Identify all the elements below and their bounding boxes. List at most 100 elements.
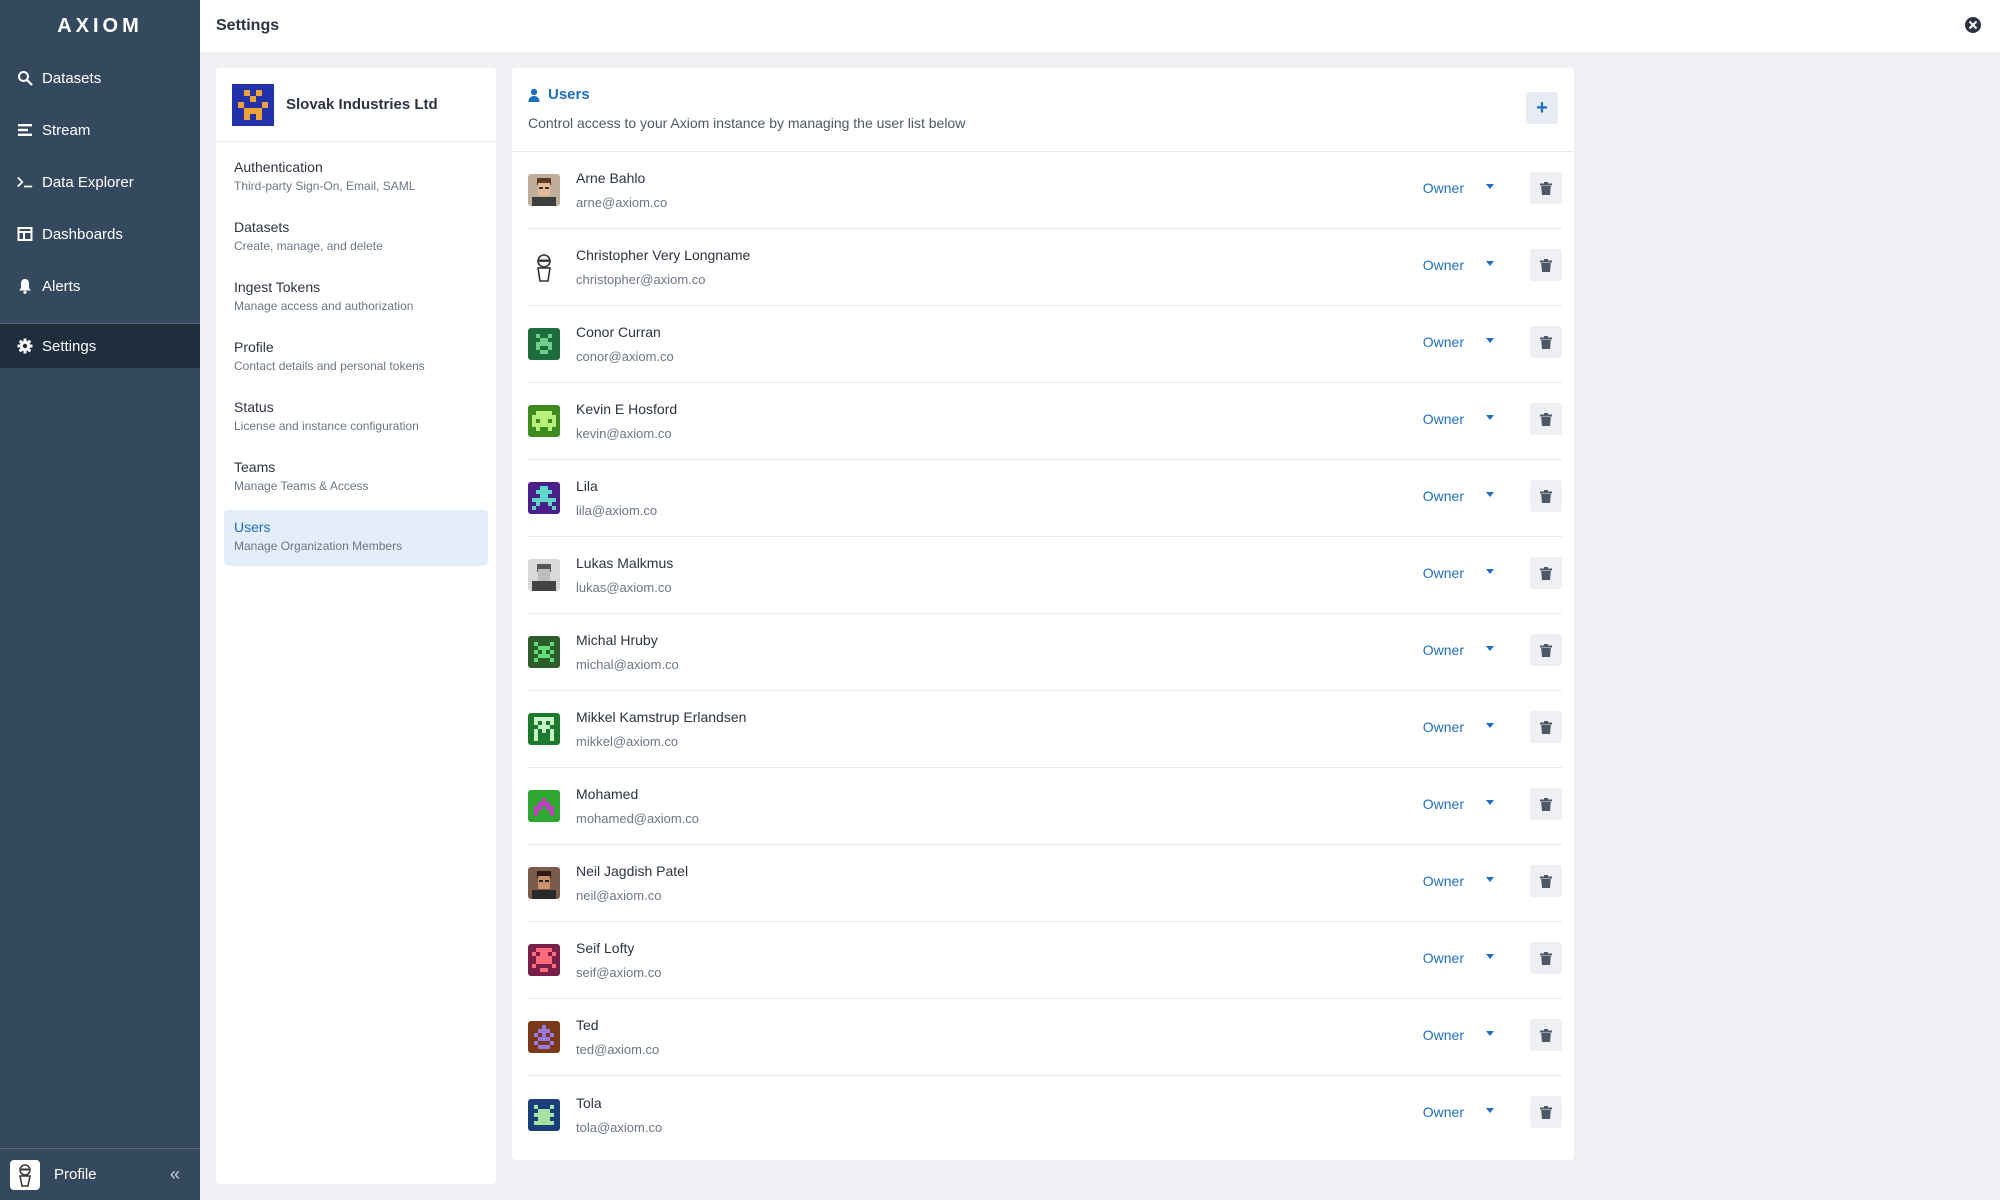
menu-item-description: License and instance configuration — [234, 419, 419, 433]
chevron-down-icon[interactable] — [1486, 723, 1494, 728]
menu-item-label: Datasets — [234, 219, 290, 235]
chevron-down-icon[interactable] — [1486, 569, 1494, 574]
user-name: Michal Hruby — [576, 632, 658, 648]
user-name: Kevin E Hosford — [576, 401, 678, 417]
delete-user-button[interactable] — [1530, 1019, 1562, 1051]
delete-user-button[interactable] — [1530, 557, 1562, 589]
delete-user-button[interactable] — [1530, 403, 1562, 435]
delete-user-button[interactable] — [1530, 326, 1562, 358]
user-name: Seif Lofty — [576, 940, 635, 956]
user-row: Kevin E Hosford kevin@axiom.co Owner — [528, 383, 1562, 460]
role-select[interactable]: Owner — [1423, 796, 1464, 812]
chevron-down-icon[interactable] — [1486, 954, 1494, 959]
users-title-text: Users — [548, 86, 590, 103]
role-select[interactable]: Owner — [1423, 719, 1464, 735]
trash-icon — [1540, 643, 1552, 657]
role-select[interactable]: Owner — [1423, 642, 1464, 658]
user-name: Tola — [576, 1094, 602, 1111]
settings-menu-panel: Slovak Industries Ltd Authentication Thi… — [216, 68, 496, 1184]
settings-menu-teams[interactable]: Teams Manage Teams & Access — [224, 450, 488, 506]
settings-menu-users[interactable]: Users Manage Organization Members — [224, 510, 488, 566]
chevron-down-icon[interactable] — [1486, 646, 1494, 651]
delete-user-button[interactable] — [1530, 480, 1562, 512]
menu-item-label: Status — [234, 399, 274, 415]
profile-label[interactable]: Profile — [54, 1166, 97, 1183]
delete-user-button[interactable] — [1530, 711, 1562, 743]
user-name: Lukas Malkmus — [576, 555, 674, 571]
chevron-down-icon[interactable] — [1486, 1031, 1494, 1036]
avatar — [528, 482, 560, 514]
close-icon[interactable] — [1964, 16, 1982, 34]
menu-item-description: Manage Organization Members — [234, 539, 403, 553]
chevron-down-icon[interactable] — [1486, 1108, 1494, 1113]
settings-menu-profile[interactable]: Profile Contact details and personal tok… — [224, 330, 488, 386]
avatar — [528, 251, 560, 283]
chevron-down-icon[interactable] — [1486, 800, 1494, 805]
organization-avatar — [232, 83, 274, 126]
chevron-down-icon[interactable] — [1486, 338, 1494, 343]
trash-icon — [1540, 335, 1552, 349]
users-header: Users Control access to your Axiom insta… — [512, 68, 1574, 152]
bell-icon — [16, 277, 34, 295]
sidebar-profile[interactable]: Profile « — [0, 1148, 200, 1200]
avatar — [528, 944, 560, 976]
delete-user-button[interactable] — [1530, 249, 1562, 281]
avatar — [528, 713, 560, 745]
user-icon — [528, 88, 540, 102]
trash-icon — [1540, 412, 1552, 426]
settings-menu-datasets[interactable]: Datasets Create, manage, and delete — [224, 210, 488, 266]
sidebar-item-stream[interactable]: Stream — [0, 104, 200, 156]
user-row: Ted ted@axiom.co Owner — [528, 999, 1562, 1076]
chevron-down-icon[interactable] — [1486, 415, 1494, 420]
user-name: Conor Curran — [576, 324, 661, 340]
gear-icon — [16, 337, 34, 355]
role-select[interactable]: Owner — [1423, 1104, 1464, 1120]
add-user-button[interactable]: + — [1526, 92, 1558, 124]
role-select[interactable]: Owner — [1423, 411, 1464, 427]
sidebar-item-alerts[interactable]: Alerts — [0, 260, 200, 312]
settings-menu-status[interactable]: Status License and instance configuratio… — [224, 390, 488, 446]
delete-user-button[interactable] — [1530, 634, 1562, 666]
avatar — [528, 867, 560, 899]
sidebar-item-data-explorer[interactable]: Data Explorer — [0, 156, 200, 208]
role-select[interactable]: Owner — [1423, 257, 1464, 273]
chevron-down-icon[interactable] — [1486, 877, 1494, 882]
chevron-down-icon[interactable] — [1486, 492, 1494, 497]
user-name: Arne Bahlo — [576, 170, 646, 186]
sidebar-item-label: Dashboards — [42, 225, 123, 243]
menu-item-label: Authentication — [234, 159, 323, 175]
delete-user-button[interactable] — [1530, 788, 1562, 820]
delete-user-button[interactable] — [1530, 865, 1562, 897]
trash-icon — [1540, 181, 1552, 195]
user-name: Ted — [576, 1017, 599, 1033]
chevron-down-icon[interactable] — [1486, 184, 1494, 189]
user-email: kevin@axiom.co — [576, 426, 672, 441]
user-row: Christopher Very Longname christopher@ax… — [528, 229, 1562, 306]
role-select[interactable]: Owner — [1423, 334, 1464, 350]
role-select[interactable]: Owner — [1423, 873, 1464, 889]
avatar — [10, 1159, 40, 1190]
app-logo[interactable]: AXIOM — [0, 0, 200, 52]
trash-icon — [1540, 566, 1552, 580]
delete-user-button[interactable] — [1530, 172, 1562, 204]
user-row: Mohamed mohamed@axiom.co Owner — [528, 768, 1562, 845]
user-email: christopher@axiom.co — [576, 272, 706, 287]
sidebar-item-settings[interactable]: Settings — [0, 324, 200, 368]
settings-menu-authentication[interactable]: Authentication Third-party Sign-On, Emai… — [224, 150, 488, 206]
role-select[interactable]: Owner — [1423, 565, 1464, 581]
sidebar-item-label: Data Explorer — [42, 173, 134, 191]
role-select[interactable]: Owner — [1423, 488, 1464, 504]
sidebar-item-dashboards[interactable]: Dashboards — [0, 208, 200, 260]
role-select[interactable]: Owner — [1423, 950, 1464, 966]
role-select[interactable]: Owner — [1423, 1027, 1464, 1043]
role-select[interactable]: Owner — [1423, 180, 1464, 196]
delete-user-button[interactable] — [1530, 1096, 1562, 1128]
user-name: Mohamed — [576, 786, 639, 802]
avatar — [528, 790, 560, 822]
user-name: Lila — [576, 478, 598, 494]
sidebar-item-datasets[interactable]: Datasets — [0, 52, 200, 104]
delete-user-button[interactable] — [1530, 942, 1562, 974]
double-chevron-left-icon[interactable]: « — [170, 1164, 180, 1185]
settings-menu-ingest-tokens[interactable]: Ingest Tokens Manage access and authoriz… — [224, 270, 488, 326]
chevron-down-icon[interactable] — [1486, 261, 1494, 266]
